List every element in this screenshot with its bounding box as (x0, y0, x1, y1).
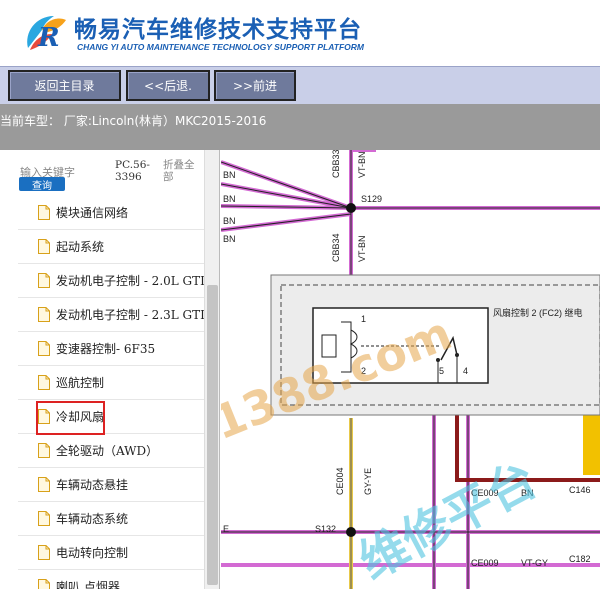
document-icon (38, 579, 50, 589)
sidebar-item-label: 车辆动态悬挂 (56, 478, 129, 492)
sidebar-item[interactable]: 变速器控制- 6F35 (18, 332, 204, 366)
svg-text:BN: BN (223, 194, 236, 204)
svg-text:S132: S132 (315, 524, 336, 534)
svg-text:C146: C146 (569, 485, 591, 495)
search-button[interactable]: 查询 (19, 177, 65, 192)
sidebar-item[interactable]: 发动机电子控制 - 2.3L GTDI (18, 298, 204, 332)
document-icon (38, 239, 50, 254)
sidebar-item-label: 发动机电子控制 - 2.0L GTDI (56, 274, 204, 288)
document-icon (38, 477, 50, 492)
watermark-text-2: 维修平台 (350, 451, 546, 589)
svg-text:4: 4 (463, 366, 468, 376)
scrollbar-thumb[interactable] (207, 285, 218, 585)
nav-toolbar: 返回主目录 <<后退. >>前进 (0, 66, 600, 104)
svg-text:VT-BN: VT-BN (357, 235, 367, 262)
brand-logo-icon: R (27, 16, 66, 53)
collapse-all-link[interactable]: 折叠全部 (163, 159, 203, 183)
splice-s132 (346, 527, 356, 537)
sidebar-scrollbar[interactable] (204, 150, 219, 589)
sidebar-item[interactable]: 车辆动态悬挂 (18, 468, 204, 502)
document-icon (38, 375, 50, 390)
home-button[interactable]: 返回主目录 (8, 70, 121, 101)
sidebar-item[interactable]: 起动系统 (18, 230, 204, 264)
svg-text:S129: S129 (361, 194, 382, 204)
current-vehicle-bar: 当前车型： 厂家:Lincoln(林肯）MKC2015-2016 (0, 104, 600, 150)
sidebar-item-label: 车辆动态系统 (56, 512, 129, 526)
sidebar-item[interactable]: 电动转向控制 (18, 536, 204, 570)
svg-text:BN: BN (223, 216, 236, 226)
svg-text:VT-GY: VT-GY (521, 558, 548, 568)
back-button[interactable]: <<后退. (126, 70, 210, 101)
sidebar-item-label: 电动转向控制 (56, 546, 129, 560)
wiring-diagram[interactable]: CBB33 VT-BN BN BN BN BN S129 CBB34 VT-BN… (221, 150, 600, 589)
sidebar-item-label: 喇叭 点烟器 (56, 580, 120, 589)
app-header: R 畅易汽车维修技术支持平台 CHANG YI AUTO MAINTENANCE… (0, 0, 600, 66)
current-vehicle-label: 当前车型： 厂家:Lincoln(林肯）MKC2015-2016 (0, 114, 267, 128)
document-icon (38, 443, 50, 458)
sidebar-item[interactable]: 车辆动态系统 (18, 502, 204, 536)
system-menu: 模块通信网络 起动系统发动机电子控制 - 2.0L GTDI 发动机电子控制 - 2… (18, 196, 204, 589)
svg-text:E: E (223, 524, 229, 534)
svg-text:CE009: CE009 (471, 558, 499, 568)
sidebar-item-label: 发动机电子控制 - 2.3L GTDI (56, 308, 204, 322)
svg-text:GY-YE: GY-YE (363, 468, 373, 495)
selected-item-highlight (36, 401, 105, 435)
sidebar-item[interactable]: 全轮驱动（AWD） (18, 434, 204, 468)
sidebar-item[interactable]: 模块通信网络 (18, 196, 204, 230)
document-icon (38, 307, 50, 322)
brand-subtitle: CHANG YI AUTO MAINTENANCE TECHNOLOGY SUP… (77, 42, 364, 52)
sidebar-item-label: 变速器控制- 6F35 (56, 342, 156, 356)
svg-text:CBB33: CBB33 (331, 150, 341, 178)
document-icon (38, 205, 50, 220)
pc-code: PC.56-3396 (115, 159, 150, 183)
svg-text:CBB34: CBB34 (331, 233, 341, 262)
svg-text:VT-BN: VT-BN (357, 151, 367, 178)
sidebar-item-label: 巡航控制 (56, 376, 105, 390)
svg-text:5: 5 (439, 366, 444, 376)
sidebar-item[interactable]: 发动机电子控制 - 2.0L GTDI (18, 264, 204, 298)
sidebar-item-label: 全轮驱动（AWD） (56, 444, 159, 458)
svg-text:BN: BN (223, 170, 236, 180)
sidebar-item-label: 起动系统 (56, 240, 105, 254)
sidebar-item[interactable]: 巡航控制 (18, 366, 204, 400)
sidebar: 输入关键字 查询 PC.56-3396 折叠全部 模块通信网络 起动系统 发动机电子… (0, 150, 220, 589)
wiring-diagram-canvas: CBB33 VT-BN BN BN BN BN S129 CBB34 VT-BN… (221, 150, 600, 589)
svg-text:C182: C182 (569, 554, 591, 564)
sidebar-item[interactable]: 喇叭 点烟器 (18, 570, 204, 589)
svg-text:CE004: CE004 (335, 467, 345, 495)
document-icon (38, 341, 50, 356)
forward-button[interactable]: >>前进 (214, 70, 296, 101)
splice-s129 (346, 203, 356, 213)
document-icon (38, 511, 50, 526)
sidebar-item-label: 模块通信网络 (56, 206, 129, 220)
svg-text:BN: BN (223, 234, 236, 244)
svg-text:风扇控制 2 (FC2) 继电: 风扇控制 2 (FC2) 继电 (493, 307, 583, 318)
logo-letter: R (37, 23, 60, 53)
svg-text:1: 1 (361, 314, 366, 324)
brand-title: 畅易汽车维修技术支持平台 (74, 17, 362, 43)
document-icon (38, 273, 50, 288)
document-icon (38, 545, 50, 560)
